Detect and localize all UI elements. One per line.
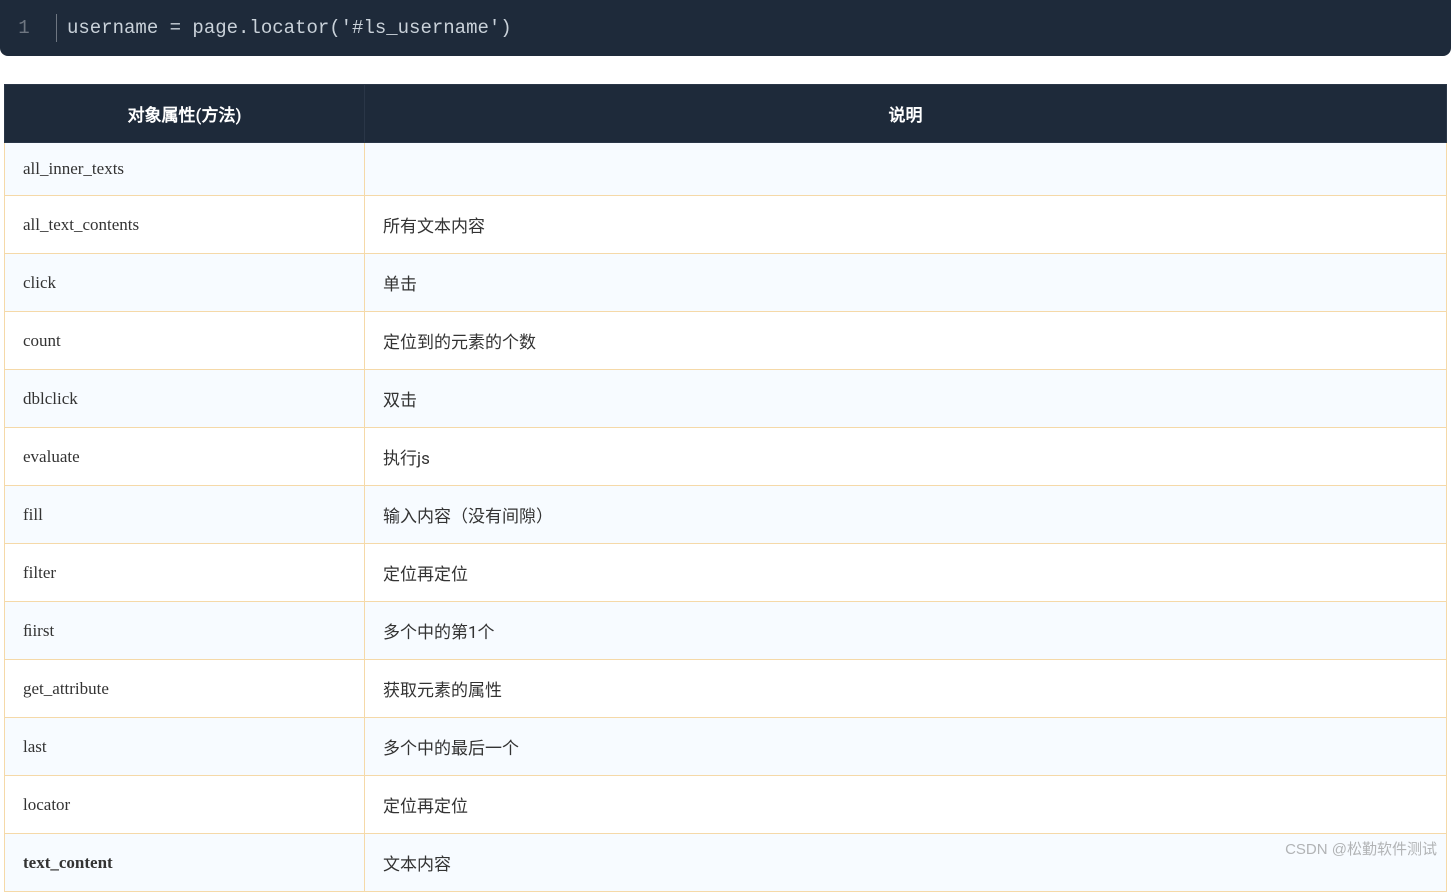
cell-description bbox=[365, 143, 1447, 196]
cell-description: 定位再定位 bbox=[365, 544, 1447, 602]
table-row: text_content文本内容 bbox=[5, 834, 1447, 892]
cell-property: ﬁirst bbox=[5, 602, 365, 660]
table-header-row: 对象属性(方法) 说明 bbox=[5, 85, 1447, 143]
cell-property: text_content bbox=[5, 834, 365, 892]
api-table-container: 对象属性(方法) 说明 all_inner_textsall_text_cont… bbox=[4, 84, 1447, 892]
header-description: 说明 bbox=[365, 85, 1447, 143]
cell-property: last bbox=[5, 718, 365, 776]
cell-description: 所有文本内容 bbox=[365, 196, 1447, 254]
table-row: get_attribute获取元素的属性 bbox=[5, 660, 1447, 718]
line-number: 1 bbox=[0, 17, 56, 39]
code-divider bbox=[56, 14, 57, 42]
table-row: fill输入内容（没有间隙） bbox=[5, 486, 1447, 544]
cell-description: 单击 bbox=[365, 254, 1447, 312]
cell-description: 定位再定位 bbox=[365, 776, 1447, 834]
table-row: evaluate执行js bbox=[5, 428, 1447, 486]
cell-property: count bbox=[5, 312, 365, 370]
table-row: all_text_contents所有文本内容 bbox=[5, 196, 1447, 254]
cell-property: locator bbox=[5, 776, 365, 834]
cell-property: fill bbox=[5, 486, 365, 544]
table-row: all_inner_texts bbox=[5, 143, 1447, 196]
cell-description: 双击 bbox=[365, 370, 1447, 428]
table-row: click单击 bbox=[5, 254, 1447, 312]
code-content: username = page.locator('#ls_username') bbox=[67, 17, 512, 39]
cell-property: click bbox=[5, 254, 365, 312]
cell-property: all_inner_texts bbox=[5, 143, 365, 196]
table-row: locator定位再定位 bbox=[5, 776, 1447, 834]
cell-property: evaluate bbox=[5, 428, 365, 486]
cell-property: all_text_contents bbox=[5, 196, 365, 254]
table-row: count定位到的元素的个数 bbox=[5, 312, 1447, 370]
cell-property: dblclick bbox=[5, 370, 365, 428]
cell-description: 多个中的最后一个 bbox=[365, 718, 1447, 776]
table-row: ﬁirst多个中的第1个 bbox=[5, 602, 1447, 660]
api-table: 对象属性(方法) 说明 all_inner_textsall_text_cont… bbox=[4, 84, 1447, 892]
header-property: 对象属性(方法) bbox=[5, 85, 365, 143]
cell-description: 执行js bbox=[365, 428, 1447, 486]
cell-property: get_attribute bbox=[5, 660, 365, 718]
cell-description: 输入内容（没有间隙） bbox=[365, 486, 1447, 544]
cell-property: filter bbox=[5, 544, 365, 602]
cell-description: 多个中的第1个 bbox=[365, 602, 1447, 660]
cell-description: 获取元素的属性 bbox=[365, 660, 1447, 718]
table-row: filter定位再定位 bbox=[5, 544, 1447, 602]
cell-description: 定位到的元素的个数 bbox=[365, 312, 1447, 370]
cell-description: 文本内容 bbox=[365, 834, 1447, 892]
code-block: 1 username = page.locator('#ls_username'… bbox=[0, 0, 1451, 56]
table-row: dblclick双击 bbox=[5, 370, 1447, 428]
table-row: last多个中的最后一个 bbox=[5, 718, 1447, 776]
